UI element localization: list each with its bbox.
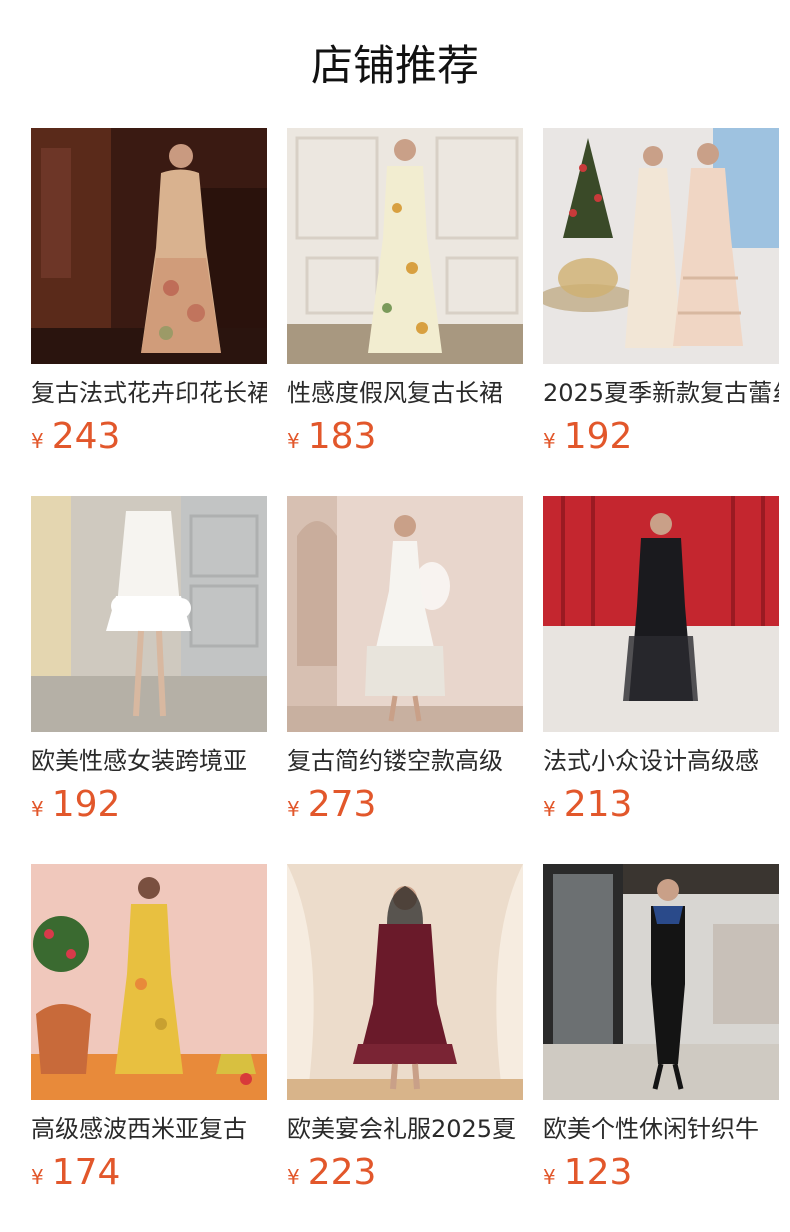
product-name[interactable]: 复古法式花卉印花长裙 xyxy=(31,378,267,408)
product-image[interactable] xyxy=(287,864,523,1100)
price-row: ¥ 192 xyxy=(31,785,267,825)
product-name[interactable]: 欧美性感女装跨境亚 xyxy=(31,746,267,776)
product-name[interactable]: 欧美个性休闲针织牛 xyxy=(543,1114,779,1144)
product-price: 213 xyxy=(563,784,633,825)
product-name[interactable]: 性感度假风复古长裙 xyxy=(287,378,523,408)
price-row: ¥ 123 xyxy=(543,1153,779,1193)
product-image[interactable] xyxy=(31,128,267,364)
product-image[interactable] xyxy=(31,496,267,732)
currency-symbol: ¥ xyxy=(31,797,44,821)
product-price: 174 xyxy=(51,1152,121,1193)
product-price: 223 xyxy=(307,1152,377,1193)
product-price: 192 xyxy=(51,784,121,825)
product-image[interactable] xyxy=(287,496,523,732)
currency-symbol: ¥ xyxy=(543,429,556,453)
currency-symbol: ¥ xyxy=(287,1165,300,1189)
currency-symbol: ¥ xyxy=(31,1165,44,1189)
product-name[interactable]: 欧美宴会礼服2025夏 xyxy=(287,1114,523,1144)
price-row: ¥ 192 xyxy=(543,417,779,457)
product-name[interactable]: 2025夏季新款复古蕾丝 xyxy=(543,378,779,408)
product-image[interactable] xyxy=(543,864,779,1100)
price-row: ¥ 213 xyxy=(543,785,779,825)
currency-symbol: ¥ xyxy=(543,1165,556,1189)
price-row: ¥ 273 xyxy=(287,785,523,825)
product-name[interactable]: 高级感波西米亚复古 xyxy=(31,1114,267,1144)
product-name[interactable]: 复古简约镂空款高级 xyxy=(287,746,523,776)
product-image[interactable] xyxy=(543,128,779,364)
store-recommendations: 店铺推荐 复古法式花卉印花长裙 ¥ 243 性感度假风复古长裙 ¥ 183 20… xyxy=(0,0,790,1232)
product-price: 273 xyxy=(307,784,377,825)
product-image[interactable] xyxy=(543,496,779,732)
product-card[interactable]: 法式小众设计高级感 ¥ 213 xyxy=(543,496,779,825)
product-price: 192 xyxy=(563,416,633,457)
product-card[interactable]: 2025夏季新款复古蕾丝 ¥ 192 xyxy=(543,128,779,457)
price-row: ¥ 174 xyxy=(31,1153,267,1193)
currency-symbol: ¥ xyxy=(287,429,300,453)
product-card[interactable]: 复古简约镂空款高级 ¥ 273 xyxy=(287,496,523,825)
price-row: ¥ 243 xyxy=(31,417,267,457)
product-price: 183 xyxy=(307,416,377,457)
product-card[interactable]: 欧美宴会礼服2025夏 ¥ 223 xyxy=(287,864,523,1193)
product-card[interactable]: 高级感波西米亚复古 ¥ 174 xyxy=(31,864,267,1193)
currency-symbol: ¥ xyxy=(287,797,300,821)
price-row: ¥ 223 xyxy=(287,1153,523,1193)
product-price: 123 xyxy=(563,1152,633,1193)
currency-symbol: ¥ xyxy=(31,429,44,453)
product-card[interactable]: 欧美性感女装跨境亚 ¥ 192 xyxy=(31,496,267,825)
price-row: ¥ 183 xyxy=(287,417,523,457)
product-name[interactable]: 法式小众设计高级感 xyxy=(543,746,779,776)
section-title: 店铺推荐 xyxy=(310,41,479,90)
currency-symbol: ¥ xyxy=(543,797,556,821)
product-price: 243 xyxy=(51,416,121,457)
product-image[interactable] xyxy=(287,128,523,364)
product-card[interactable]: 性感度假风复古长裙 ¥ 183 xyxy=(287,128,523,457)
product-card[interactable]: 复古法式花卉印花长裙 ¥ 243 xyxy=(31,128,267,457)
product-card[interactable]: 欧美个性休闲针织牛 ¥ 123 xyxy=(543,864,779,1193)
product-image[interactable] xyxy=(31,864,267,1100)
